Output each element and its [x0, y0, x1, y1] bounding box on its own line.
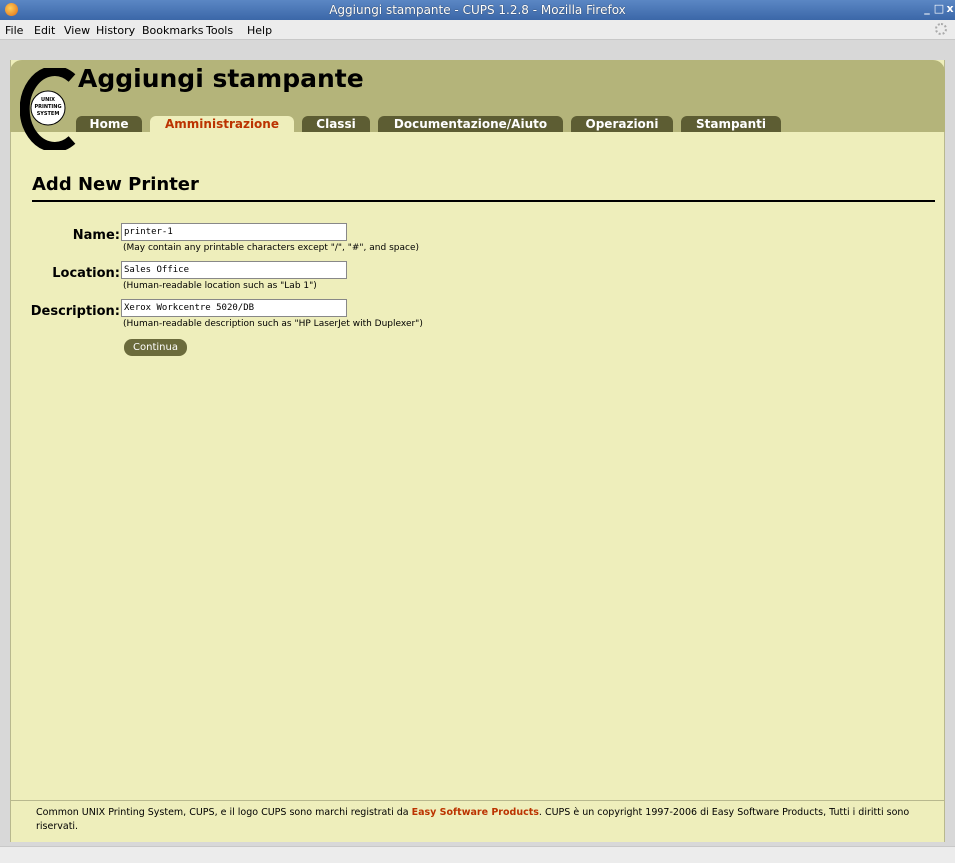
- menu-bookmarks[interactable]: Bookmarks: [142, 24, 203, 37]
- minimize-icon[interactable]: _: [921, 3, 933, 15]
- tab-operazioni[interactable]: Operazioni: [571, 116, 673, 132]
- tab-documentazione[interactable]: Documentazione/Aiuto: [378, 116, 563, 132]
- footer-text-before: Common UNIX Printing System, CUPS, e il …: [36, 807, 412, 818]
- tab-home[interactable]: Home: [76, 116, 142, 132]
- window-title-bar: Aggiungi stampante - CUPS 1.2.8 - Mozill…: [0, 0, 955, 20]
- status-bar: [0, 846, 955, 863]
- menu-edit[interactable]: Edit: [34, 24, 55, 37]
- throbber-icon: [935, 23, 947, 35]
- name-label: Name:: [72, 228, 120, 243]
- cups-logo: UNIX PRINTING SYSTEM: [20, 68, 76, 150]
- section-title: Add New Printer: [32, 174, 199, 195]
- description-label: Description:: [30, 304, 120, 319]
- logo-text-unix: UNIX: [41, 97, 55, 103]
- tab-classi[interactable]: Classi: [302, 116, 370, 132]
- description-help: (Human-readable description such as "HP …: [123, 319, 423, 329]
- tab-stampanti[interactable]: Stampanti: [681, 116, 781, 132]
- window-title: Aggiungi stampante - CUPS 1.2.8 - Mozill…: [329, 3, 626, 17]
- footer-divider: [10, 800, 945, 801]
- menu-tools[interactable]: Tools: [206, 24, 233, 37]
- footer: Common UNIX Printing System, CUPS, e il …: [36, 806, 926, 834]
- name-help: (May contain any printable characters ex…: [123, 243, 419, 253]
- section-divider: [32, 200, 935, 202]
- continue-button[interactable]: Continua: [124, 339, 187, 356]
- location-help: (Human-readable location such as "Lab 1"…: [123, 281, 317, 291]
- menu-file[interactable]: File: [5, 24, 23, 37]
- description-field[interactable]: [121, 299, 347, 317]
- tab-amministrazione[interactable]: Amministrazione: [150, 116, 294, 132]
- location-label: Location:: [52, 266, 120, 281]
- close-icon[interactable]: x: [944, 3, 955, 15]
- menu-view[interactable]: View: [64, 24, 90, 37]
- location-field[interactable]: [121, 261, 347, 279]
- logo-text-printing: PRINTING: [34, 104, 61, 110]
- menu-history[interactable]: History: [96, 24, 135, 37]
- logo-text-system: SYSTEM: [37, 111, 60, 117]
- name-field[interactable]: [121, 223, 347, 241]
- page-title: Aggiungi stampante: [78, 64, 364, 93]
- easy-software-link[interactable]: Easy Software Products: [412, 807, 539, 818]
- menu-bar: File Edit View History Bookmarks Tools H…: [0, 20, 955, 40]
- menu-help[interactable]: Help: [247, 24, 272, 37]
